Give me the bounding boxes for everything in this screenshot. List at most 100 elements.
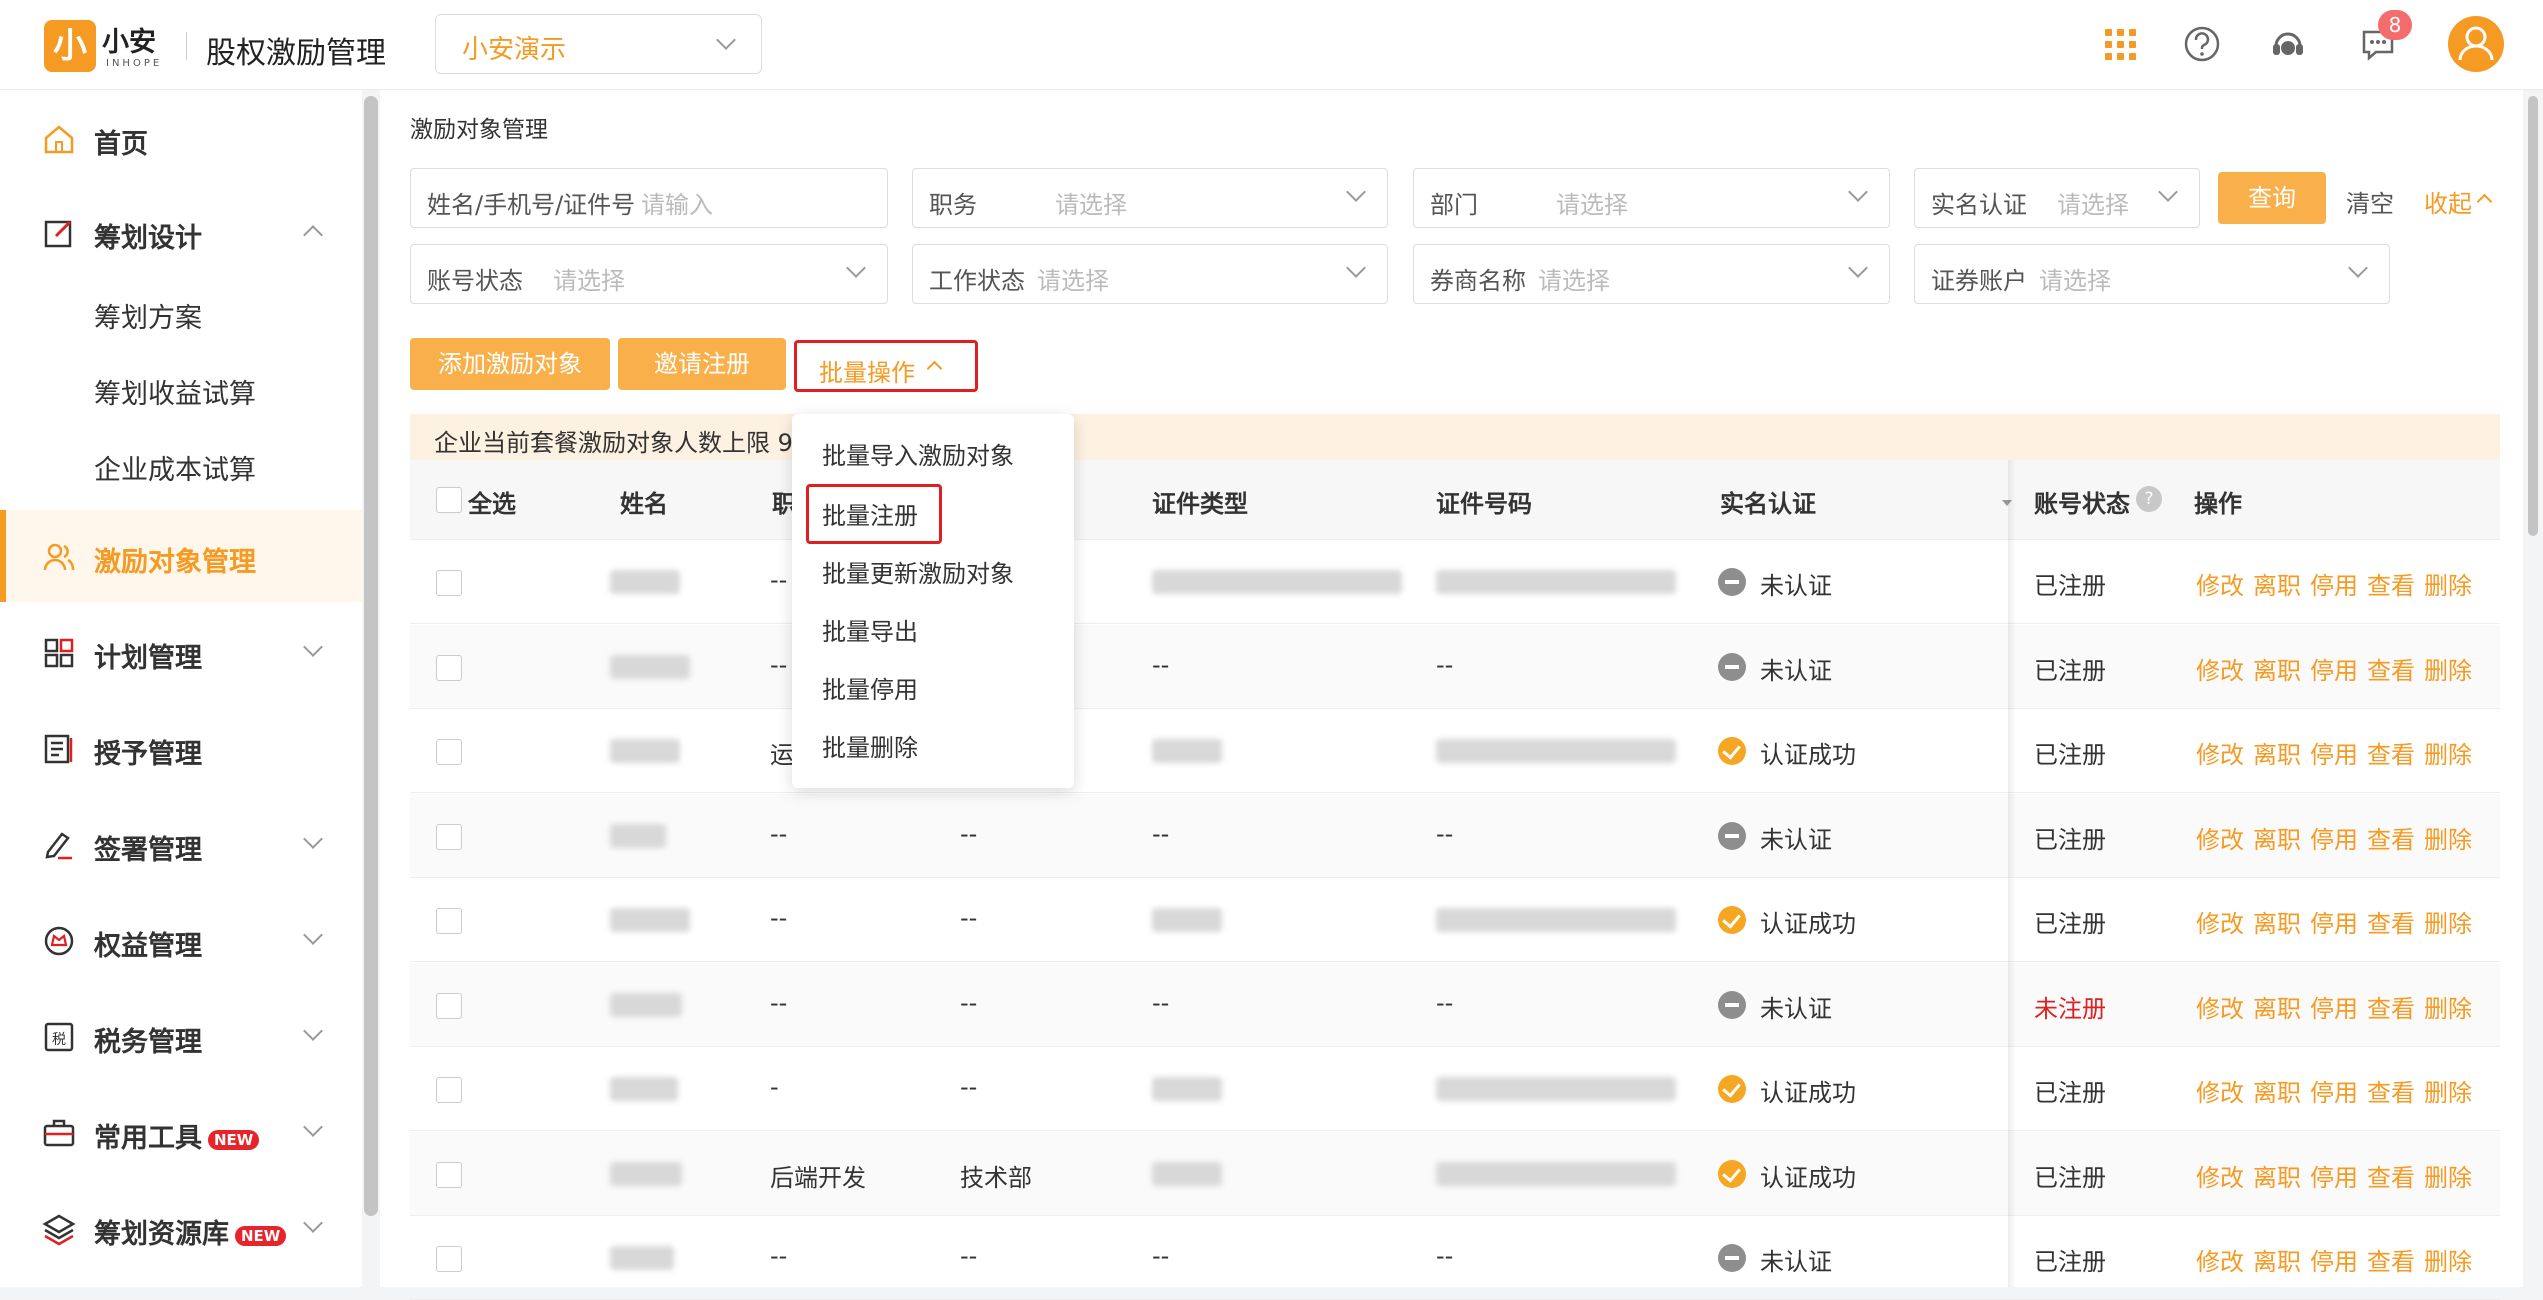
edit-link[interactable]: 修改 bbox=[2196, 657, 2244, 685]
menu-item-batch-import[interactable]: 批量导入激励对象 bbox=[822, 436, 1014, 471]
table-row[interactable]: -- -- -- -- 未认证 未注册 修改 离职 停用 查看 删除 bbox=[410, 962, 2500, 1047]
sidebar-item-tools[interactable]: 常用工具 NEW bbox=[0, 1086, 362, 1178]
question-icon[interactable]: ? bbox=[2136, 486, 2162, 512]
resign-link[interactable]: 离职 bbox=[2253, 1248, 2301, 1276]
table-row[interactable]: 后端开发 技术部 认证成功 已注册 修改 离职 停用 查看 删除 bbox=[410, 1131, 2500, 1216]
view-link[interactable]: 查看 bbox=[2367, 910, 2415, 938]
account-status-select[interactable]: 账号状态 请选择 bbox=[410, 244, 888, 304]
row-checkbox[interactable] bbox=[436, 1246, 462, 1272]
security-account-select[interactable]: 证券账户 请选择 bbox=[1914, 244, 2390, 304]
disable-link[interactable]: 停用 bbox=[2310, 910, 2358, 938]
view-link[interactable]: 查看 bbox=[2367, 826, 2415, 854]
edit-link[interactable]: 修改 bbox=[2196, 1248, 2244, 1276]
sidebar-item-home[interactable]: 首页 bbox=[0, 92, 362, 184]
view-link[interactable]: 查看 bbox=[2367, 657, 2415, 685]
sidebar-item-incentive-targets[interactable]: 激励对象管理 bbox=[0, 510, 362, 602]
edit-link[interactable]: 修改 bbox=[2196, 1079, 2244, 1107]
row-checkbox[interactable] bbox=[436, 1077, 462, 1103]
row-checkbox[interactable] bbox=[436, 739, 462, 765]
resign-link[interactable]: 离职 bbox=[2253, 741, 2301, 769]
menu-item-batch-delete[interactable]: 批量删除 bbox=[822, 728, 918, 763]
disable-link[interactable]: 停用 bbox=[2310, 572, 2358, 600]
org-select[interactable]: 小安演示 bbox=[435, 14, 762, 74]
disable-link[interactable]: 停用 bbox=[2310, 657, 2358, 685]
menu-item-batch-update[interactable]: 批量更新激励对象 bbox=[822, 554, 1014, 589]
delete-link[interactable]: 删除 bbox=[2424, 1248, 2472, 1276]
select-all-checkbox[interactable] bbox=[436, 487, 462, 513]
delete-link[interactable]: 删除 bbox=[2424, 741, 2472, 769]
table-row[interactable]: -- -- -- 未认证 已注册 修改 离职 停用 查看 删除 bbox=[410, 624, 2500, 709]
broker-select[interactable]: 券商名称 请选择 bbox=[1413, 244, 1890, 304]
row-checkbox[interactable] bbox=[436, 1161, 462, 1188]
query-button[interactable]: 查询 bbox=[2218, 172, 2326, 224]
resign-link[interactable]: 离职 bbox=[2253, 1164, 2301, 1192]
page-scrollbar[interactable] bbox=[2528, 96, 2538, 536]
batch-operations-button[interactable]: 批量操作 bbox=[794, 340, 978, 392]
table-row[interactable]: -- -- -- -- 未认证 已注册 修改 离职 停用 查看 删除 bbox=[410, 793, 2500, 878]
resign-link[interactable]: 离职 bbox=[2253, 910, 2301, 938]
disable-link[interactable]: 停用 bbox=[2310, 1164, 2358, 1192]
delete-link[interactable]: 删除 bbox=[2424, 1164, 2472, 1192]
invite-register-button[interactable]: 邀请注册 bbox=[618, 338, 786, 390]
sidebar-item-equity-management[interactable]: 权益管理 bbox=[0, 894, 362, 986]
menu-item-batch-register[interactable]: 批量注册 bbox=[822, 496, 918, 531]
row-checkbox[interactable] bbox=[436, 908, 462, 934]
view-link[interactable]: 查看 bbox=[2367, 1079, 2415, 1107]
customer-service-icon[interactable] bbox=[2268, 24, 2308, 64]
resign-link[interactable]: 离职 bbox=[2253, 1079, 2301, 1107]
apps-grid-icon[interactable] bbox=[2100, 24, 2140, 64]
department-select[interactable]: 部门 请选择 bbox=[1413, 168, 1890, 228]
delete-link[interactable]: 删除 bbox=[2424, 910, 2472, 938]
edit-link[interactable]: 修改 bbox=[2196, 826, 2244, 854]
realname-select[interactable]: 实名认证 请选择 bbox=[1914, 168, 2200, 228]
table-row[interactable]: -- -- 认证成功 已注册 修改 离职 停用 查看 删除 bbox=[410, 878, 2500, 962]
delete-link[interactable]: 删除 bbox=[2424, 995, 2472, 1023]
edit-link[interactable]: 修改 bbox=[2196, 1164, 2244, 1192]
edit-link[interactable]: 修改 bbox=[2196, 741, 2244, 769]
sidebar-item-grant-management[interactable]: 授予管理 bbox=[0, 702, 362, 794]
edit-link[interactable]: 修改 bbox=[2196, 910, 2244, 938]
resign-link[interactable]: 离职 bbox=[2253, 995, 2301, 1023]
view-link[interactable]: 查看 bbox=[2367, 1164, 2415, 1192]
table-row[interactable]: - -- 认证成功 已注册 修改 离职 停用 查看 删除 bbox=[410, 1047, 2500, 1131]
disable-link[interactable]: 停用 bbox=[2310, 741, 2358, 769]
sidebar-item-resource-library[interactable]: 筹划资源库 NEW bbox=[0, 1182, 362, 1274]
menu-item-batch-disable[interactable]: 批量停用 bbox=[822, 670, 918, 705]
table-row[interactable]: 运 认证成功 已注册 修改 离职 停用 查看 删除 bbox=[410, 709, 2500, 793]
row-checkbox[interactable] bbox=[436, 570, 462, 596]
sidebar-subitem-income-calc[interactable]: 筹划收益试算 bbox=[94, 372, 256, 411]
row-checkbox[interactable] bbox=[436, 654, 462, 681]
sidebar-item-plan-management[interactable]: 计划管理 bbox=[0, 606, 362, 698]
sidebar-item-planning-design[interactable]: 筹划设计 bbox=[0, 186, 362, 278]
help-icon[interactable] bbox=[2182, 24, 2222, 64]
sidebar-item-tax-management[interactable]: 税 税务管理 bbox=[0, 990, 362, 1082]
resign-link[interactable]: 离职 bbox=[2253, 572, 2301, 600]
clear-button[interactable]: 清空 bbox=[2346, 184, 2394, 219]
view-link[interactable]: 查看 bbox=[2367, 572, 2415, 600]
table-row[interactable]: -- 未认证 已注册 修改 离职 停用 查看 删除 bbox=[410, 540, 2500, 624]
view-link[interactable]: 查看 bbox=[2367, 995, 2415, 1023]
delete-link[interactable]: 删除 bbox=[2424, 657, 2472, 685]
delete-link[interactable]: 删除 bbox=[2424, 826, 2472, 854]
row-checkbox[interactable] bbox=[436, 992, 462, 1019]
view-link[interactable]: 查看 bbox=[2367, 741, 2415, 769]
avatar[interactable] bbox=[2448, 16, 2504, 72]
disable-link[interactable]: 停用 bbox=[2310, 826, 2358, 854]
delete-link[interactable]: 删除 bbox=[2424, 1079, 2472, 1107]
position-select[interactable]: 职务 请选择 bbox=[912, 168, 1388, 228]
view-link[interactable]: 查看 bbox=[2367, 1248, 2415, 1276]
row-checkbox[interactable] bbox=[436, 823, 462, 850]
table-row[interactable]: -- -- -- -- 未认证 已注册 修改 离职 停用 查看 删除 bbox=[410, 1216, 2500, 1300]
name-search-field[interactable]: 姓名/手机号/证件号 请输入 bbox=[410, 168, 888, 228]
edit-link[interactable]: 修改 bbox=[2196, 572, 2244, 600]
sidebar-subitem-cost-calc[interactable]: 企业成本试算 bbox=[94, 448, 256, 487]
delete-link[interactable]: 删除 bbox=[2424, 572, 2472, 600]
menu-item-batch-export[interactable]: 批量导出 bbox=[822, 612, 918, 647]
disable-link[interactable]: 停用 bbox=[2310, 995, 2358, 1023]
sidebar-subitem-plan[interactable]: 筹划方案 bbox=[94, 296, 202, 335]
disable-link[interactable]: 停用 bbox=[2310, 1248, 2358, 1276]
sidebar-scrollbar[interactable] bbox=[364, 96, 378, 1216]
work-status-select[interactable]: 工作状态 请选择 bbox=[912, 244, 1388, 304]
collapse-button[interactable]: 收起 bbox=[2424, 184, 2472, 219]
disable-link[interactable]: 停用 bbox=[2310, 1079, 2358, 1107]
